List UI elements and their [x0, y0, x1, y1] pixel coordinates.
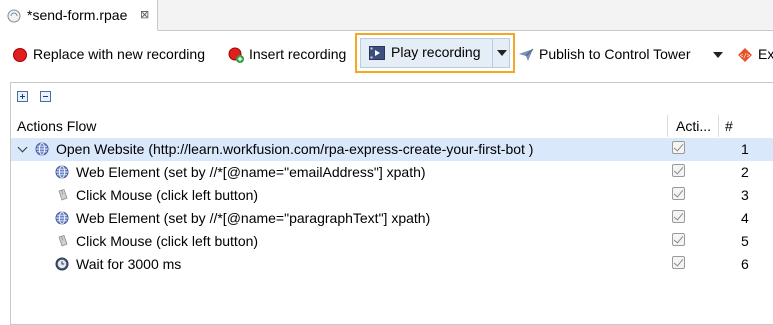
- action-label: Web Element (set by //*[@name="emailAddr…: [76, 164, 426, 180]
- globe-icon: [55, 165, 69, 179]
- play-recording-button[interactable]: Play recording: [360, 38, 510, 68]
- record-icon: [13, 48, 27, 62]
- expand-all-icon[interactable]: [17, 91, 28, 102]
- active-checkbox[interactable]: [672, 210, 685, 223]
- row-number: 6: [741, 256, 749, 272]
- editor-tab-send-form[interactable]: *send-form.rpae ⊠: [0, 0, 158, 31]
- globe-icon: [35, 142, 49, 156]
- action-label: Wait for 3000 ms: [76, 256, 182, 272]
- table-row[interactable]: Web Element (set by //*[@name="paragraph…: [11, 207, 773, 230]
- play-recording-label: Play recording: [391, 44, 481, 60]
- row-number: 4: [741, 210, 749, 226]
- table-row[interactable]: Wait for 3000 ms 6: [11, 253, 773, 276]
- replace-recording-button[interactable]: Replace with new recording: [12, 36, 222, 74]
- active-checkbox[interactable]: [672, 256, 685, 269]
- publish-dropdown-arrow-icon[interactable]: [713, 52, 723, 58]
- play-recording-highlight: Play recording: [355, 33, 515, 73]
- active-checkbox[interactable]: [672, 141, 685, 154]
- table-row[interactable]: Open Website (http://learn.workfusion.co…: [11, 138, 773, 161]
- editor-tab-bar: *send-form.rpae ⊠: [0, 0, 773, 31]
- editor-tab-title: *send-form.rpae: [27, 7, 128, 23]
- table-row[interactable]: Web Element (set by //*[@name="emailAddr…: [11, 161, 773, 184]
- collapse-all-icon[interactable]: [40, 91, 51, 102]
- insert-recording-button[interactable]: Insert recording: [228, 36, 354, 74]
- play-dropdown-arrow-icon[interactable]: [497, 50, 507, 56]
- header-active[interactable]: Acti...: [676, 118, 711, 134]
- table-row[interactable]: Click Mouse (click left button) 3: [11, 184, 773, 207]
- close-icon[interactable]: ⊠: [140, 8, 149, 21]
- play-split-separator: [492, 39, 493, 67]
- insert-record-icon: [228, 47, 244, 63]
- row-number: 5: [741, 233, 749, 249]
- header-number[interactable]: #: [725, 118, 733, 134]
- actions-panel: Actions Flow Acti... # Open Website (htt…: [10, 82, 773, 325]
- chevron-down-icon[interactable]: [17, 142, 28, 153]
- mouse-icon: [58, 189, 68, 201]
- publish-label: Publish to Control Tower: [539, 46, 691, 62]
- column-divider[interactable]: [718, 115, 719, 137]
- play-film-icon: [369, 46, 385, 60]
- insert-recording-label: Insert recording: [249, 46, 347, 62]
- header-actions-flow[interactable]: Actions Flow: [17, 118, 96, 134]
- active-checkbox[interactable]: [672, 233, 685, 246]
- export-button[interactable]: </> Exp: [737, 36, 773, 74]
- row-number: 2: [741, 164, 749, 180]
- replace-recording-label: Replace with new recording: [33, 46, 205, 62]
- action-label: Web Element (set by //*[@name="paragraph…: [76, 210, 431, 226]
- svg-text:</>: </>: [740, 53, 751, 60]
- publish-button[interactable]: Publish to Control Tower: [518, 36, 708, 74]
- active-checkbox[interactable]: [672, 187, 685, 200]
- active-checkbox[interactable]: [672, 164, 685, 177]
- action-label: Click Mouse (click left button): [76, 187, 259, 203]
- paper-plane-icon: [519, 48, 534, 61]
- action-label: Click Mouse (click left button): [76, 233, 259, 249]
- clock-icon: [55, 257, 69, 271]
- globe-icon: [55, 211, 69, 225]
- table-row[interactable]: Click Mouse (click left button) 5: [11, 230, 773, 253]
- row-number: 3: [741, 187, 749, 203]
- action-label: Open Website (http://learn.workfusion.co…: [56, 141, 534, 157]
- export-label: Exp: [758, 46, 773, 62]
- table-header: Actions Flow Acti... #: [11, 115, 773, 137]
- mouse-icon: [58, 235, 68, 247]
- column-divider[interactable]: [667, 115, 668, 137]
- row-number: 1: [741, 141, 749, 157]
- file-icon: [7, 9, 21, 23]
- code-export-icon: </>: [738, 48, 752, 62]
